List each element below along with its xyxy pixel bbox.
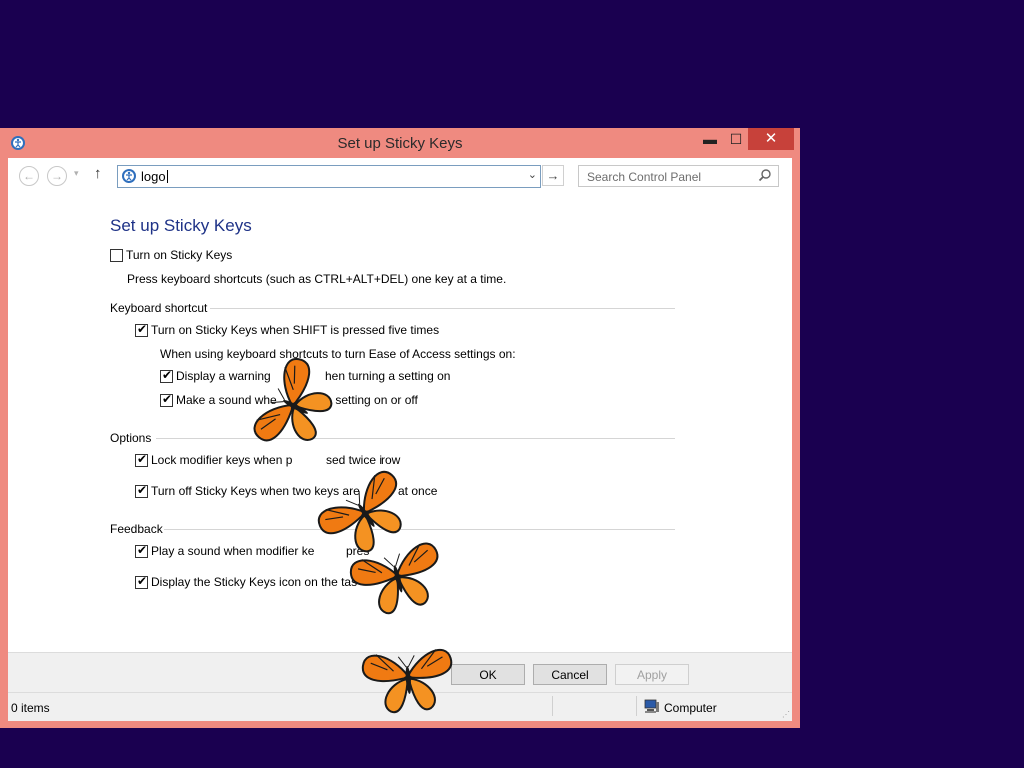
computer-icon [644,699,659,713]
text-caret [166,170,168,183]
search-input[interactable]: Search Control Panel [578,165,779,187]
play-sound-label[interactable]: Play a sound when modifier ke [151,544,314,558]
shortcut-note: When using keyboard shortcuts to turn Ea… [160,347,516,361]
window-title: Set up Sticky Keys [337,135,463,152]
shift-five-times-checkbox[interactable] [135,322,148,337]
display-warning-label-tail: hen turning a setting on [325,369,451,383]
display-icon-checkbox[interactable] [135,574,148,589]
cancel-button[interactable]: Cancel [533,664,607,685]
status-items-count: 0 items [11,701,50,715]
play-sound-checkbox[interactable] [135,543,148,558]
search-icon[interactable] [758,168,772,182]
address-text-wrap: logo [141,169,168,184]
status-separator [552,696,553,716]
close-button[interactable]: ✕ [748,128,794,150]
make-sound-label[interactable]: Make a sound whe [176,393,277,407]
recent-locations-dropdown[interactable]: ▾ [74,168,79,179]
status-separator [636,696,637,716]
page-title: Set up Sticky Keys [110,216,252,235]
section-divider [164,529,675,530]
turn-on-sticky-keys-label[interactable]: Turn on Sticky Keys [126,248,232,262]
section-keyboard-shortcut: Keyboard shortcut [110,301,208,315]
minimize-button[interactable]: ▬ [696,128,724,150]
ok-button[interactable]: OK [451,664,525,685]
go-button[interactable]: → [542,165,564,186]
forward-button[interactable]: → [47,166,67,186]
up-button[interactable]: ↑ [94,165,102,182]
turn-on-sticky-keys-checkbox[interactable] [110,249,123,262]
dialog-button-area: OK Cancel Apply [8,652,792,693]
address-dropdown-icon[interactable]: ⌄ [528,168,537,181]
section-options: Options [110,431,152,445]
make-sound-checkbox[interactable] [160,392,173,407]
make-sound-label-tail: ing a setting on or off [306,393,418,407]
turn-off-two-keys-checkbox[interactable] [135,483,148,498]
shift-five-times-label[interactable]: Turn on Sticky Keys when SHIFT is presse… [151,323,439,337]
control-panel-icon [122,169,136,183]
status-location: Computer [664,701,717,715]
apply-button[interactable]: Apply [615,664,689,685]
address-input[interactable]: logo [141,169,166,184]
turn-on-description: Press keyboard shortcuts (such as CTRL+A… [127,272,507,286]
status-bar: 0 items Computer ⋰ [8,692,792,721]
section-feedback: Feedback [110,522,163,536]
display-warning-label[interactable]: Display a warning [176,369,271,383]
turn-off-two-keys-label[interactable]: Turn off Sticky Keys when two keys are [151,484,360,498]
client-area: ← → ▾ ↑ logo ⌄ → Search Control Panel Se… [8,158,792,721]
lock-modifier-label-mid: sed twice i [326,453,383,467]
maximize-button[interactable]: ☐ [722,128,750,150]
turn-off-two-keys-label-tail: at once [398,484,438,498]
back-button[interactable]: ← [19,166,39,186]
resize-grip-icon[interactable]: ⋰ [782,710,790,719]
section-divider [156,438,675,439]
search-placeholder: Search Control Panel [587,170,702,184]
navigation-bar: ← → ▾ ↑ logo ⌄ → Search Control Panel [8,158,792,196]
lock-modifier-checkbox[interactable] [135,452,148,467]
settings-content: Set up Sticky Keys Turn on Sticky Keys P… [8,196,792,652]
play-sound-label-tail: pres [346,544,370,558]
sticky-keys-window: Set up Sticky Keys ▬ ☐ ✕ ← → ▾ ↑ logo ⌄ … [0,128,800,728]
display-icon-label[interactable]: Display the Sticky Keys icon on the tas [151,575,357,589]
display-warning-checkbox[interactable] [160,368,173,383]
title-bar[interactable]: Set up Sticky Keys ▬ ☐ ✕ [0,128,800,158]
section-divider [210,308,675,309]
lock-modifier-label[interactable]: Lock modifier keys when p [151,453,292,467]
address-bar[interactable]: logo ⌄ [117,165,541,188]
lock-modifier-label-tail: row [381,453,401,467]
